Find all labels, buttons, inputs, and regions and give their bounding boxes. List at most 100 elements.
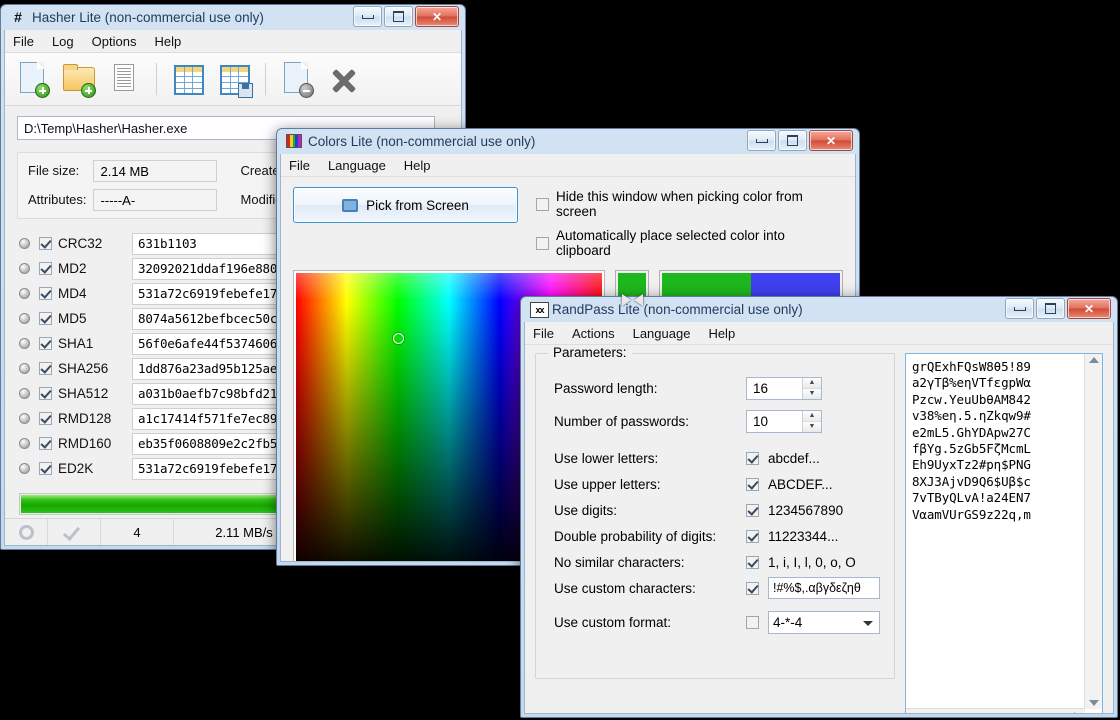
hash-checkbox[interactable]: [39, 337, 52, 350]
radio-icon[interactable]: [19, 288, 30, 299]
randpass-menubar[interactable]: File Actions Language Help: [525, 322, 1113, 345]
spin-up-icon[interactable]: ▲: [803, 410, 821, 422]
password-length-spin-buttons[interactable]: ▲ ▼: [802, 377, 821, 399]
radio-icon[interactable]: [19, 338, 30, 349]
hasher-close-button[interactable]: ✕: [415, 6, 459, 27]
colors-window-buttons[interactable]: ✕: [747, 130, 853, 151]
use-upper-letters-label: Use upper letters:: [554, 476, 661, 492]
spin-up-icon[interactable]: ▲: [803, 377, 821, 389]
table-icon[interactable]: [168, 59, 208, 99]
use-lower-letters-checkbox[interactable]: [746, 451, 759, 465]
password-output-box[interactable]: grQExhFQsW8θ5!89 a2γTβ%eηVTfεgpWα Pzcw.Y…: [905, 353, 1103, 713]
number-of-passwords-value[interactable]: 10: [747, 414, 802, 429]
save-table-icon[interactable]: [214, 59, 254, 99]
color-picker-handle[interactable]: [393, 332, 405, 344]
report-icon[interactable]: [105, 59, 145, 99]
custom-characters-checkbox[interactable]: [746, 581, 759, 595]
scroll-right-icon[interactable]: [1074, 712, 1080, 713]
arrow-left-icon[interactable]: [621, 294, 631, 306]
hasher-menubar[interactable]: File Log Options Help: [5, 30, 461, 53]
pick-from-screen-button[interactable]: Pick from Screen: [293, 187, 518, 223]
no-similar-characters-checkbox[interactable]: [746, 555, 759, 569]
password-list[interactable]: grQExhFQsW8θ5!89 a2γTβ%eηVTfεgpWα Pzcw.Y…: [906, 354, 1102, 713]
use-digits-checkbox[interactable]: [746, 503, 759, 517]
hash-checkbox[interactable]: [39, 287, 52, 300]
colors-close-button[interactable]: ✕: [809, 130, 853, 151]
menu-language[interactable]: Language: [633, 326, 691, 341]
hash-checkbox[interactable]: [39, 312, 52, 325]
hash-checkbox[interactable]: [39, 387, 52, 400]
double-digits-checkbox[interactable]: [746, 529, 759, 543]
radio-icon[interactable]: [19, 463, 30, 474]
open-folder-icon[interactable]: [59, 59, 99, 99]
colors-maximize-button[interactable]: [778, 130, 807, 151]
radio-icon[interactable]: [19, 263, 30, 274]
spin-down-icon[interactable]: ▼: [803, 388, 821, 399]
randpass-titlebar[interactable]: xx RandPass Lite (non-commercial use onl…: [524, 296, 1114, 322]
hasher-titlebar[interactable]: # Hasher Lite (non-commercial use only) …: [4, 4, 462, 30]
window-randpass-lite[interactable]: xx RandPass Lite (non-commercial use onl…: [520, 296, 1118, 718]
menu-language[interactable]: Language: [328, 158, 386, 173]
colors-menubar[interactable]: File Language Help: [281, 154, 855, 177]
hasher-minimize-button[interactable]: [353, 6, 382, 27]
randpass-close-button[interactable]: ✕: [1067, 298, 1111, 319]
colors-titlebar[interactable]: Colors Lite (non-commercial use only) ✕: [280, 128, 856, 154]
arrow-right-icon[interactable]: [633, 294, 643, 306]
hash-checkbox[interactable]: [39, 362, 52, 375]
option-hide-window[interactable]: Hide this window when picking color from…: [536, 189, 843, 219]
hash-checkbox[interactable]: [39, 237, 52, 250]
maximize-icon: [393, 11, 404, 22]
radio-icon[interactable]: [19, 388, 30, 399]
custom-format-select[interactable]: 4-*-4: [768, 610, 880, 634]
radio-icon[interactable]: [19, 363, 30, 374]
hash-checkbox[interactable]: [39, 437, 52, 450]
clear-icon[interactable]: [323, 59, 363, 99]
hide-window-checkbox[interactable]: [536, 197, 549, 211]
menu-actions[interactable]: Actions: [572, 326, 615, 341]
colors-minimize-button[interactable]: [747, 130, 776, 151]
menu-help[interactable]: Help: [708, 326, 735, 341]
custom-format-checkbox[interactable]: [746, 615, 759, 629]
radio-icon[interactable]: [19, 438, 30, 449]
scroll-up-icon[interactable]: [1088, 357, 1099, 363]
password-vertical-scrollbar[interactable]: [1084, 354, 1102, 709]
custom-format-value: 4-*-4: [773, 614, 803, 630]
hasher-toolbar[interactable]: [5, 53, 461, 106]
minimize-icon: [1013, 306, 1026, 311]
remove-document-icon[interactable]: [277, 59, 317, 99]
spin-down-icon[interactable]: ▼: [803, 421, 821, 432]
randpass-minimize-button[interactable]: [1005, 298, 1034, 319]
custom-format-label: Use custom format:: [554, 614, 672, 630]
radio-icon[interactable]: [19, 313, 30, 324]
menu-file[interactable]: File: [13, 34, 34, 49]
menu-file[interactable]: File: [289, 158, 310, 173]
option-auto-clipboard[interactable]: Automatically place selected color into …: [536, 228, 843, 258]
menu-file[interactable]: File: [533, 326, 554, 341]
hash-checkbox[interactable]: [39, 462, 52, 475]
hash-checkbox[interactable]: [39, 262, 52, 275]
hasher-maximize-button[interactable]: [384, 6, 413, 27]
radio-icon[interactable]: [19, 413, 30, 424]
number-of-passwords-spin-buttons[interactable]: ▲ ▼: [802, 410, 821, 432]
number-of-passwords-stepper[interactable]: 10 ▲ ▼: [746, 409, 822, 433]
hasher-window-buttons[interactable]: ✕: [353, 6, 459, 27]
menu-log[interactable]: Log: [52, 34, 74, 49]
menu-help[interactable]: Help: [404, 158, 431, 173]
randpass-window-buttons[interactable]: ✕: [1005, 298, 1111, 319]
status-gear-cell[interactable]: [5, 519, 48, 545]
radio-icon[interactable]: [19, 238, 30, 249]
status-check-cell[interactable]: [48, 519, 101, 545]
randpass-maximize-button[interactable]: [1036, 298, 1065, 319]
password-length-value[interactable]: 16: [747, 381, 802, 396]
menu-help[interactable]: Help: [154, 34, 181, 49]
password-length-stepper[interactable]: 16 ▲ ▼: [746, 376, 822, 400]
password-horizontal-scrollbar[interactable]: [906, 708, 1085, 713]
scroll-down-icon[interactable]: [1088, 700, 1099, 706]
hash-checkbox[interactable]: [39, 412, 52, 425]
chevron-down-icon[interactable]: [863, 620, 873, 626]
custom-characters-input[interactable]: !#%$,.αβγδεζηθ: [768, 577, 880, 599]
auto-clipboard-checkbox[interactable]: [536, 236, 549, 250]
new-document-icon[interactable]: [13, 59, 53, 99]
use-upper-letters-checkbox[interactable]: [746, 477, 759, 491]
menu-options[interactable]: Options: [92, 34, 137, 49]
